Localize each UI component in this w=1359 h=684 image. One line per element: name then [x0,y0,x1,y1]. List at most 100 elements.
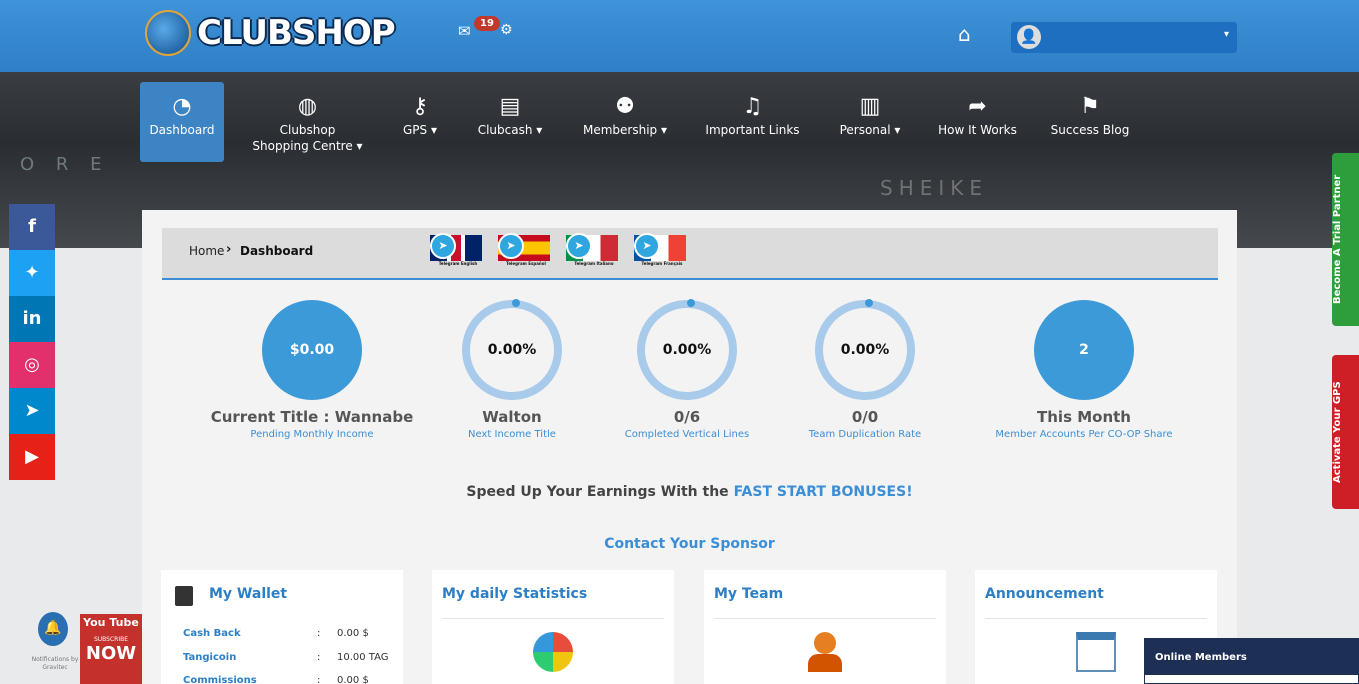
stat-title: 0/0 [851,408,879,426]
wallet-value: 10.00 TAG [337,652,389,663]
activate-gps-tab[interactable]: Activate Your GPS [1332,355,1359,509]
telegram-caption: Telegram English [438,261,478,266]
colon: : [317,628,321,639]
mail-count-badge: 19 [474,16,500,31]
nav-membership[interactable]: ⚉ Membership ▾ [575,82,675,162]
stat-circle: $0.00 [262,300,362,400]
instagram-icon[interactable]: ◎ [9,342,55,388]
nav-label: Clubshop [279,123,336,137]
fast-start-banner: Speed Up Your Earnings With the FAST STA… [142,484,1237,500]
nav-success-blog[interactable]: ⚑ Success Blog [1045,82,1135,162]
nav-personal[interactable]: ▥ Personal ▾ [830,82,910,162]
stat-title: This Month [1037,408,1131,426]
nav-label-second-line: Shopping Centre ▾ [252,139,363,153]
envelope-icon[interactable]: ✉ [458,22,471,40]
stat-ring: 0.00% [637,299,737,400]
colon: : [317,652,321,663]
stat-member-accounts: 2 This Month Member Accounts Per CO-OP S… [964,300,1204,440]
telegram-spanish-link[interactable]: ➤ Telegram Español [498,233,550,271]
colon: : [317,675,321,684]
wallet-label: Tangicoin [183,652,237,663]
contact-sponsor-link[interactable]: Contact Your Sponsor [142,536,1237,552]
nav-label: Personal ▾ [839,123,901,137]
briefcase-icon: ▤ [499,94,521,119]
card-title: My Wallet [209,586,288,602]
suitcase-icon: ▥ [859,94,881,119]
team-card: My Team [704,570,946,684]
breadcrumb-current: Dashboard [240,244,314,258]
card-title: My Team [714,586,784,602]
stat-value: 0.00% [840,342,890,358]
tachometer-icon: ◔ [172,94,192,119]
nav-label: Important Links [705,123,800,137]
team-person-icon [805,632,845,672]
nav-label: Dashboard [149,123,215,137]
stat-team-duplication: 0.00% 0/0 Team Duplication Rate [745,299,985,440]
ring-progress-dot [687,299,695,307]
stat-ring: 0.00% [462,299,562,400]
nav-gps[interactable]: ⚷ GPS ▾ [390,82,450,162]
wallet-value: 0.00 $ [337,628,369,639]
ring-progress-dot [512,299,520,307]
youtube-icon[interactable]: ▶ [9,434,55,480]
nav-clubcash[interactable]: ▤ Clubcash ▾ [470,82,550,162]
stat-subtitle[interactable]: Member Accounts Per CO-OP Share [964,429,1204,440]
telegram-french-link[interactable]: ➤ Telegram Français [634,233,686,271]
wallet-label: Commissions [183,675,257,684]
nav-dashboard[interactable]: ◔ Dashboard [140,82,224,162]
subscribe-text: SUBSCRIBE [93,636,129,643]
linkedin-icon[interactable]: in [9,296,55,342]
bell-icon: ♫ [742,94,763,119]
youtube-subscribe-box: SUBSCRIBE NOW [80,632,142,684]
online-members-widget[interactable]: Online Members [1144,638,1359,684]
clubshop-logo[interactable]: CLUBSHOP [145,10,396,56]
globe-logo-icon [145,10,191,56]
daily-statistics-card: My daily Statistics [432,570,674,684]
chevron-right-icon: › [226,242,232,257]
nav-clubshop[interactable]: ◍ Clubshop Shopping Centre ▾ [250,82,365,162]
key-icon: ⚷ [411,94,429,119]
background-sign-sheike: SHEIKE [880,176,989,200]
telegram-icon: ➤ [566,233,592,259]
social-sidebar: f ✦ in ◎ ➤ ▶ [9,204,55,480]
logo-text: CLUBSHOP [197,13,396,53]
stat-subtitle[interactable]: Team Duplication Rate [745,429,985,440]
breadcrumb-home[interactable]: Home [189,244,224,258]
divider [442,618,664,619]
ring-progress-dot [865,299,873,307]
fast-start-link[interactable]: FAST START BONUSES! [734,484,913,500]
telegram-caption: Telegram Français [641,261,683,266]
wallet-card: My Wallet Cash Back : 0.00 $ Tangicoin :… [161,570,403,684]
user-account-select[interactable]: 👤 ▾ [1011,22,1237,53]
gear-icon[interactable]: ⚙ [500,22,513,38]
globe-icon: ◍ [297,94,318,119]
fast-start-text: Speed Up Your Earnings With the [466,484,734,500]
telegram-english-link[interactable]: ➤ Telegram English [430,233,482,271]
telegram-icon: ➤ [430,233,456,259]
youtube-subscribe-badge[interactable]: You Tube SUBSCRIBE NOW [76,614,146,684]
home-icon[interactable]: ⌂ [958,22,971,46]
telegram-caption: Telegram Italiano [574,261,614,266]
calendar-icon [1076,632,1116,672]
telegram-caption: Telegram Español [506,261,546,266]
chart-icon [533,632,573,672]
nav-important-links[interactable]: ♫ Important Links [700,82,805,162]
dashboard-panel: Home › Dashboard ➤ Telegram English ➤ Te… [142,210,1237,684]
notification-bell-icon[interactable]: 🔔 [38,612,68,646]
nav-label: How It Works [938,123,1017,137]
twitter-icon[interactable]: ✦ [9,250,55,296]
youtube-logo: You Tube [80,614,142,632]
divider [714,618,936,619]
caret-down-icon: ▾ [1223,29,1229,40]
become-trial-partner-tab[interactable]: Become A Trial Partner [1332,153,1359,326]
stat-circle: 2 [1034,300,1134,400]
nav-label: Membership ▾ [582,123,667,137]
telegram-italian-link[interactable]: ➤ Telegram Italiano [566,233,618,271]
online-members-title: Online Members [1145,639,1358,675]
nav-label: Clubcash ▾ [477,123,543,137]
telegram-icon[interactable]: ➤ [9,388,55,434]
facebook-icon[interactable]: f [9,204,55,250]
divider [985,618,1207,619]
stat-ring: 0.00% [815,299,915,400]
nav-how-it-works[interactable]: ➦ How It Works [935,82,1020,162]
